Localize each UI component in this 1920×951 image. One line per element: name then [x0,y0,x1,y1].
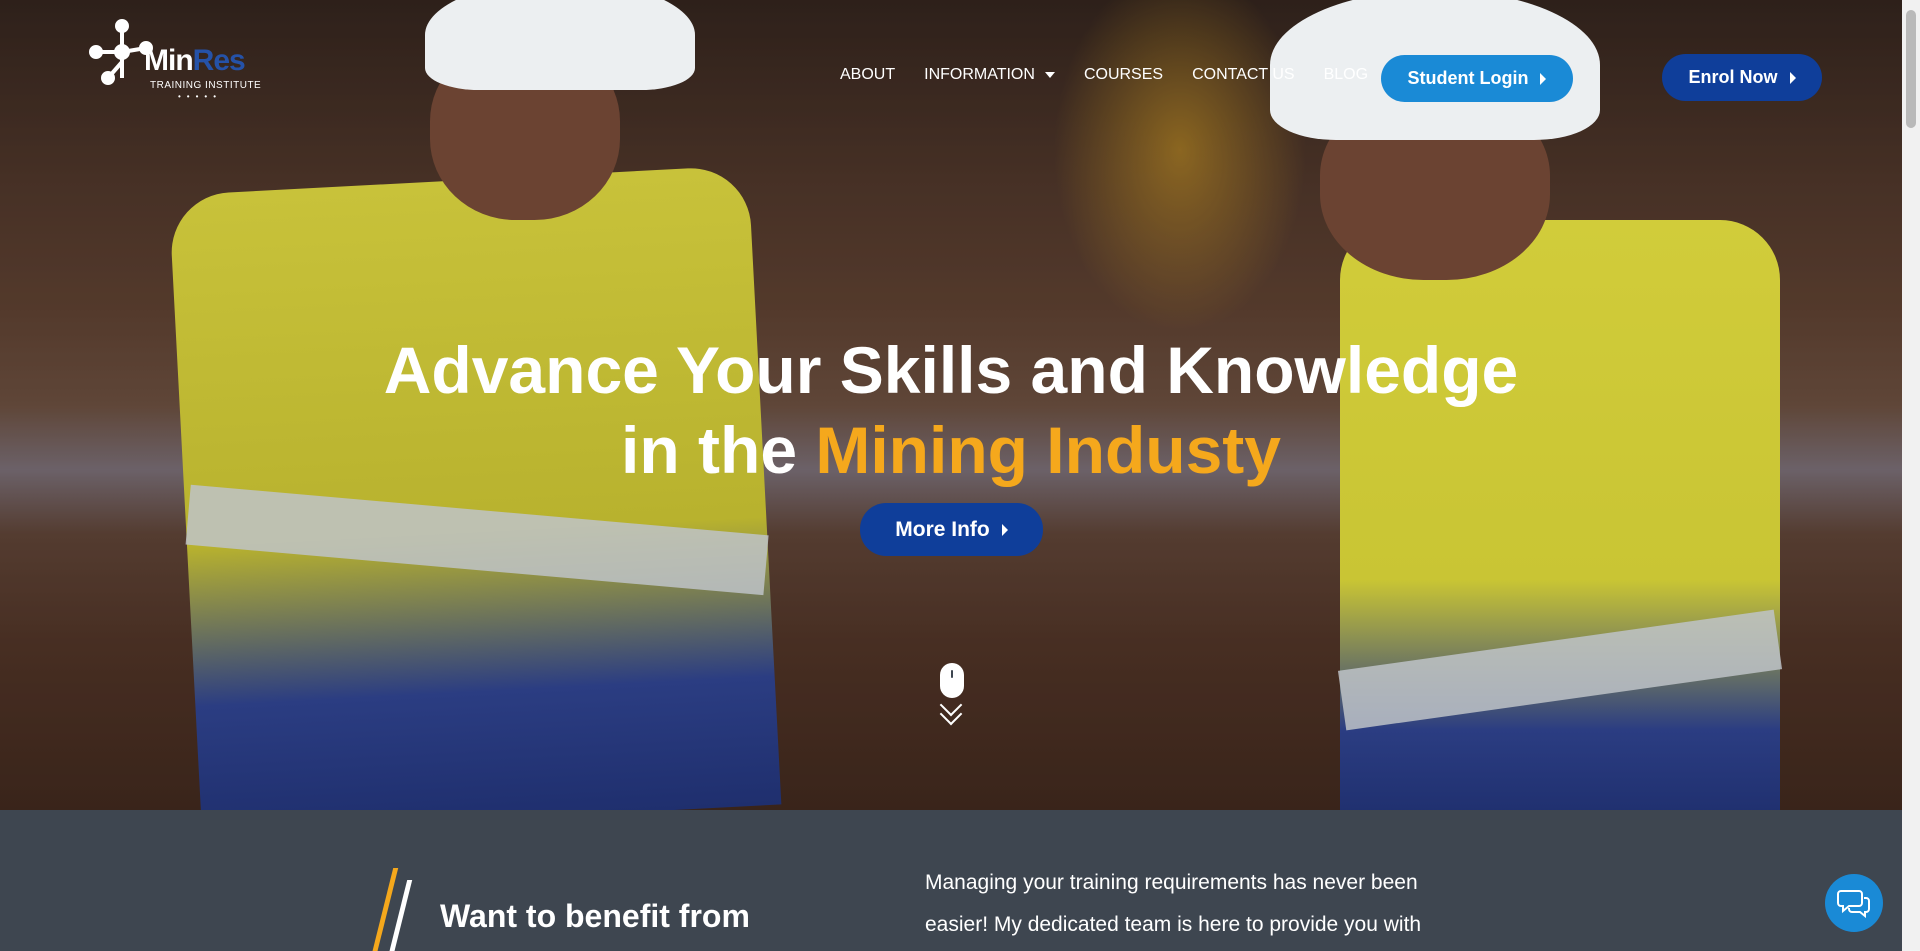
hero-photo-worker-right [1337,220,1783,810]
nav-item-information[interactable]: INFORMATION [924,66,1055,84]
brand-dots: ••••• [178,92,223,101]
hero-title-accent: Mining Industy [815,413,1281,487]
main-nav: ABOUT INFORMATION COURSES CONTACT US BLO… [840,66,1368,84]
more-info-button[interactable]: More Info [860,503,1043,556]
caret-right-icon [1540,72,1547,85]
hero-photo-helmet-left [425,0,695,90]
mouse-icon [940,663,964,698]
scrollbar-thumb[interactable] [1906,10,1916,128]
nav-item-label: ABOUT [840,66,896,83]
nav-item-label: CONTACT US [1192,66,1295,83]
caret-down-icon [1044,72,1055,78]
hero-title: Advance Your Skills and Knowledge in the… [0,330,1902,490]
hero-banner: MinRes TRAINING INSTITUTE ••••• ABOUT IN… [0,0,1902,810]
nav-item-label: COURSES [1083,66,1164,83]
nav-item-label: BLOG [1323,66,1369,83]
brand-subtitle: TRAINING INSTITUTE [150,80,262,91]
chat-bubbles-icon [1837,890,1870,918]
nav-item-about[interactable]: ABOUT [840,66,895,84]
brand-logo[interactable]: MinRes TRAINING INSTITUTE ••••• [86,18,266,101]
nav-item-courses[interactable]: COURSES [1084,66,1163,84]
brand-name-min: Min [144,44,194,77]
reflective-stripe [1337,609,1783,731]
caret-right-icon [1001,523,1008,536]
hero-title-line1: Advance Your Skills and Knowledge [383,333,1519,407]
page-scrollbar[interactable] [1902,0,1920,951]
brand-name: MinRes [144,44,246,78]
caret-right-icon [1789,71,1796,84]
chat-widget-button[interactable] [1825,874,1883,932]
enrol-now-button[interactable]: Enrol Now [1662,54,1822,101]
hero-title-line2-prefix: in the [621,413,816,487]
reflective-stripe [185,484,769,596]
section-heading: Want to benefit from [440,898,750,934]
more-info-label: More Info [895,517,990,541]
section-paragraph: Managing your training requirements has … [925,871,1422,936]
nav-item-contact-us[interactable]: CONTACT US [1192,66,1295,84]
nav-item-blog[interactable]: BLOG [1324,66,1368,84]
nav-item-label: INFORMATION [924,66,1035,83]
enrol-now-label: Enrol Now [1688,67,1778,87]
student-login-button[interactable]: Student Login [1381,55,1573,102]
brand-name-res: Res [192,44,246,77]
student-login-label: Student Login [1407,68,1529,88]
